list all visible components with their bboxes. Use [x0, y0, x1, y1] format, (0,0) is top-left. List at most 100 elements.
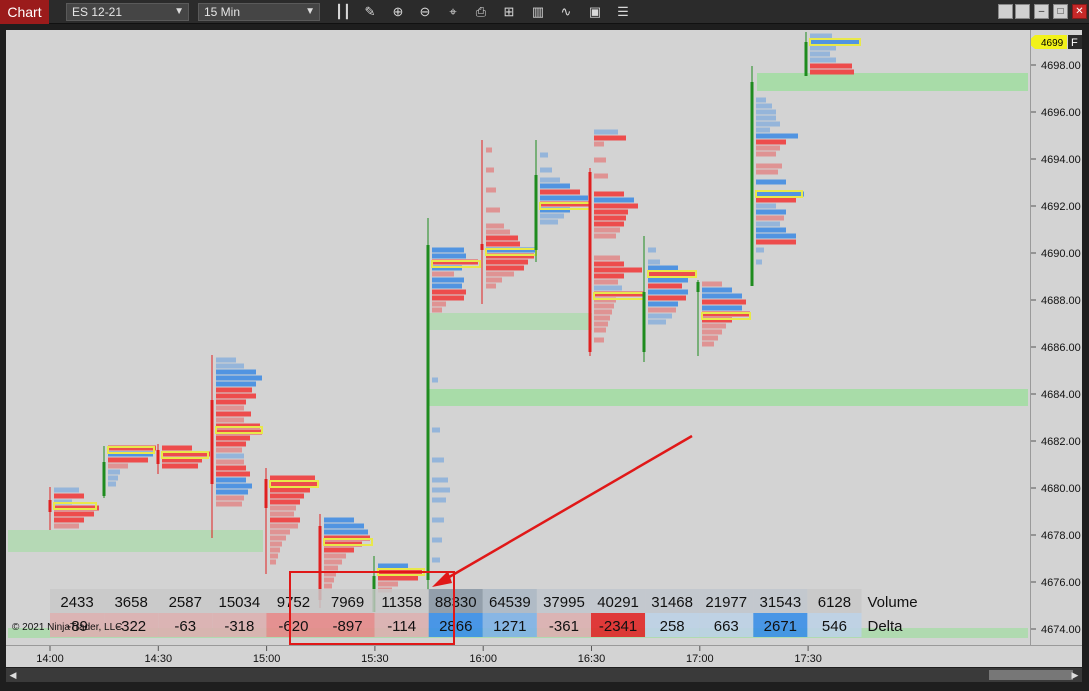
instrument-selector[interactable]: ES 12-21 ▼: [66, 3, 189, 21]
draw-pen-icon[interactable]: ✎: [361, 3, 379, 21]
maximize-icon[interactable]: □: [1053, 4, 1068, 19]
bar-group[interactable]: [750, 66, 805, 286]
profile-row: [810, 45, 836, 51]
bar-group[interactable]: [102, 445, 157, 499]
restore-icon[interactable]: [998, 4, 1013, 19]
profile-row: [216, 465, 246, 471]
bar-type-icon[interactable]: ┃┃: [334, 3, 352, 21]
chart-tab[interactable]: Chart: [0, 0, 49, 24]
scrollbar-thumb[interactable]: [989, 670, 1073, 680]
profile-row: [540, 152, 548, 158]
scroll-left-icon[interactable]: ◀: [8, 670, 18, 680]
data-box-icon[interactable]: ⎙: [472, 3, 490, 21]
interval-selector[interactable]: 15 Min ▼: [198, 3, 320, 21]
time-label: 15:00: [253, 653, 281, 665]
time-label: 14:00: [36, 653, 64, 665]
time-label: 16:30: [578, 653, 606, 665]
bar-group[interactable]: [804, 32, 861, 76]
time-label: 17:00: [686, 653, 714, 665]
profile-row: [810, 57, 836, 63]
delta-value: -318: [224, 618, 254, 635]
price-axis[interactable]: 4698.00 4696.00 4694.00 4692.00 4690.00 4688.…: [1027, 30, 1082, 645]
profile-row: [432, 427, 440, 433]
profile-row: [702, 335, 718, 341]
close-icon[interactable]: ✕: [1072, 4, 1087, 19]
profile-row: [756, 233, 796, 239]
profile-row: [432, 377, 438, 383]
bar-group[interactable]: [264, 468, 319, 574]
profile-row: [270, 523, 298, 529]
crosshair-icon[interactable]: ⌖: [444, 3, 462, 21]
profile-row: [594, 203, 638, 209]
zoom-out-icon[interactable]: ⊖: [416, 3, 434, 21]
delta-value: 546: [822, 618, 847, 635]
candle-body: [210, 400, 214, 484]
profile-row: [702, 299, 746, 305]
volume-value: 3658: [114, 594, 147, 611]
volume-row-label: Volume: [868, 594, 918, 611]
bar-group[interactable]: [210, 355, 263, 538]
bar-group[interactable]: [156, 444, 211, 474]
volume-value: 21977: [705, 594, 747, 611]
strategy-icon[interactable]: ▥: [529, 3, 547, 21]
profile-row: [432, 283, 462, 289]
profile-row: [540, 189, 580, 195]
profile-row: [486, 147, 492, 153]
profile-row: [216, 381, 256, 387]
time-axis[interactable]: 14:00 14:30 15:00 15:30 16:00 16:30 17:00 17:30: [6, 645, 1082, 667]
bar-group[interactable]: [642, 236, 697, 362]
profile-row: [432, 537, 442, 543]
profile-row: [702, 341, 714, 347]
chart-panel[interactable]: 2433 3658 2587 15034 9752 7969 11358 88330 64539…: [6, 30, 1030, 645]
price-label: 4698.00: [1041, 60, 1081, 72]
profile-row: [648, 259, 660, 265]
profile-row: [486, 235, 518, 241]
profile-row: [54, 511, 94, 517]
candle-body: [48, 500, 52, 512]
minimize-icon[interactable]: –: [1034, 4, 1049, 19]
horizontal-scrollbar[interactable]: ◀ ▶: [6, 668, 1082, 682]
profile-row: [756, 133, 798, 139]
list-icon[interactable]: ☰: [614, 3, 632, 21]
bar-group[interactable]: [480, 140, 537, 304]
bar-group[interactable]: [696, 280, 751, 356]
candle-body: [588, 172, 592, 352]
profile-row: [648, 319, 666, 325]
profile-row: [540, 219, 558, 225]
profile-row: [216, 375, 262, 381]
profile-row: [594, 221, 624, 227]
profile-row: [432, 271, 454, 277]
profile-row: [540, 195, 588, 201]
candle-body: [426, 245, 430, 580]
properties-icon[interactable]: ⊞: [500, 3, 518, 21]
price-label: 4686.00: [1041, 342, 1081, 354]
volume-value: 64539: [489, 594, 531, 611]
profile-row: [108, 469, 120, 475]
indicator-icon[interactable]: ∿: [557, 3, 575, 21]
restore-icon[interactable]: [1015, 4, 1030, 19]
value-area-zone: [757, 73, 1028, 91]
bar-group[interactable]: [588, 129, 645, 357]
bar-group[interactable]: [534, 140, 591, 262]
delta-value: -361: [549, 618, 579, 635]
profile-row: [486, 271, 514, 277]
profile-row: [486, 229, 510, 235]
delta-value: -620: [278, 618, 308, 635]
profile-row: [324, 547, 354, 553]
time-label: 17:30: [794, 653, 822, 665]
profile-row: [756, 215, 784, 221]
profile-row: [594, 197, 634, 203]
bar-group[interactable]: [48, 487, 100, 530]
scroll-right-icon[interactable]: ▶: [1070, 670, 1080, 680]
zoom-in-icon[interactable]: ⊕: [389, 3, 407, 21]
profile-row: [108, 463, 128, 469]
profile-row: [270, 517, 300, 523]
template-icon[interactable]: ▣: [586, 3, 604, 21]
delta-row-label: Delta: [868, 618, 904, 635]
profile-row: [648, 289, 688, 295]
profile-row: [594, 273, 624, 279]
profile-row: [432, 277, 464, 283]
profile-row: [540, 177, 560, 183]
profile-row: [756, 259, 762, 265]
profile-row: [594, 303, 614, 309]
